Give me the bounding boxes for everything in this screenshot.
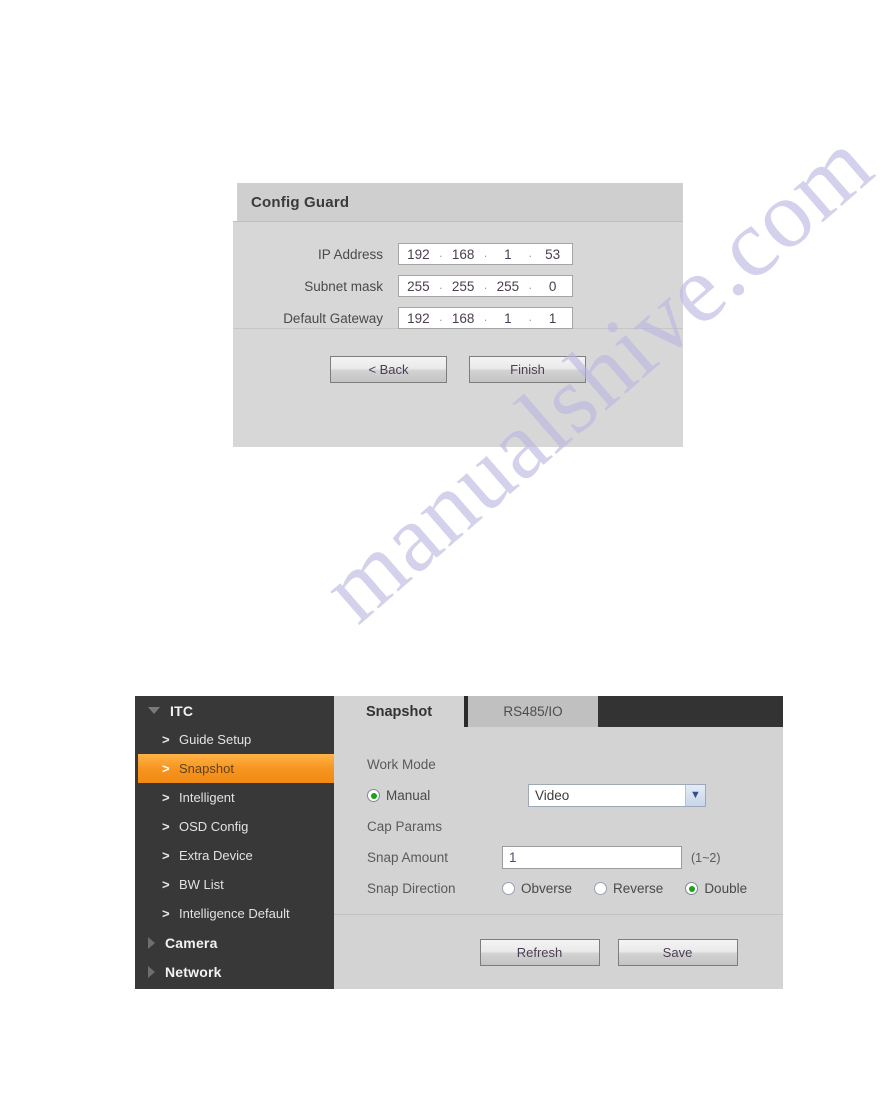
subnet-mask-octet-2: 255 xyxy=(451,278,475,294)
sidebar-item-label: OSD Config xyxy=(179,819,249,834)
snapshot-config-page: ITC > Guide Setup > Snapshot > Intellige… xyxy=(135,696,783,989)
config-guard-titlebar: Config Guard xyxy=(233,183,683,222)
sidebar-item-intelligent[interactable]: > Intelligent xyxy=(135,783,334,812)
default-gateway-octet-4: 1 xyxy=(548,310,557,326)
default-gateway-input[interactable]: 192 . 168 . 1 . 1 xyxy=(398,307,573,329)
config-guard-dialog: Config Guard IP Address 192 . 168 . 1 . … xyxy=(233,183,683,447)
chevron-right-icon: > xyxy=(162,819,170,834)
work-mode-section-row: Work Mode xyxy=(334,749,783,780)
triangle-down-icon xyxy=(148,707,160,714)
ip-address-row: IP Address 192 . 168 . 1 . 53 xyxy=(233,238,683,270)
subnet-mask-octet-4: 0 xyxy=(548,278,557,294)
chevron-right-icon: > xyxy=(162,906,170,921)
manual-radio-label: Manual xyxy=(386,788,431,803)
chevron-down-icon[interactable]: ▼ xyxy=(685,785,705,806)
ip-address-input[interactable]: 192 . 168 . 1 . 53 xyxy=(398,243,573,265)
ip-address-octet-4: 53 xyxy=(545,246,561,262)
snap-direction-reverse-label: Reverse xyxy=(613,881,664,896)
ip-address-label: IP Address xyxy=(317,246,383,262)
triangle-right-icon xyxy=(148,965,155,978)
tab-snapshot[interactable]: Snapshot xyxy=(334,696,464,727)
default-gateway-octet-3: 1 xyxy=(504,310,512,326)
cap-params-label: Cap Params xyxy=(367,819,443,834)
save-button[interactable]: Save xyxy=(617,938,738,966)
chevron-right-icon: > xyxy=(162,790,170,805)
snap-direction-reverse-radio[interactable]: Reverse xyxy=(594,881,663,896)
config-guard-button-bar: < Back Finish xyxy=(233,329,683,447)
triangle-right-icon xyxy=(148,936,155,949)
back-button[interactable]: < Back xyxy=(330,356,447,383)
work-mode-select[interactable]: Video ▼ xyxy=(528,784,706,807)
chevron-right-icon: > xyxy=(162,877,170,892)
refresh-button[interactable]: Refresh xyxy=(479,938,600,966)
content-panel: Snapshot RS485/IO Work Mode Manual Video xyxy=(334,696,783,989)
snap-direction-double-label: Double xyxy=(704,881,748,896)
snap-direction-obverse-label: Obverse xyxy=(521,881,573,896)
default-gateway-label: Default Gateway xyxy=(283,310,383,326)
snap-direction-label: Snap Direction xyxy=(367,881,456,896)
chevron-right-icon: > xyxy=(162,848,170,863)
snap-amount-range-hint: (1~2) xyxy=(691,850,721,865)
subnet-mask-row: Subnet mask 255 . 255 . 255 . 0 xyxy=(233,270,683,302)
sidebar-item-label: BW List xyxy=(179,877,224,892)
sidebar-group-itc[interactable]: ITC xyxy=(135,696,334,725)
sidebar-group-network[interactable]: Network xyxy=(135,957,334,986)
snapshot-button-bar: Refresh Save xyxy=(334,915,783,989)
sidebar-item-guide-setup[interactable]: > Guide Setup xyxy=(135,725,334,754)
sidebar-group-camera[interactable]: Camera xyxy=(135,928,334,957)
sidebar-item-extra-device[interactable]: > Extra Device xyxy=(135,841,334,870)
ip-address-octet-1: 192 xyxy=(407,246,430,262)
manual-mode-row: Manual Video ▼ xyxy=(334,780,783,811)
subnet-mask-input[interactable]: 255 . 255 . 255 . 0 xyxy=(398,275,573,297)
tab-bar: Snapshot RS485/IO xyxy=(334,696,783,727)
sidebar-group-network-label: Network xyxy=(165,963,222,980)
chevron-right-icon: > xyxy=(162,732,170,747)
snap-amount-label: Snap Amount xyxy=(367,850,449,865)
sidebar-group-camera-label: Camera xyxy=(165,934,218,951)
manual-radio[interactable]: Manual xyxy=(367,788,502,803)
snap-direction-row: Snap Direction Obverse Reverse Double xyxy=(334,873,783,904)
chevron-right-icon: > xyxy=(162,761,170,776)
tab-bar-filler xyxy=(598,696,783,727)
subnet-mask-octet-3: 255 xyxy=(496,278,520,294)
snap-direction-obverse-radio[interactable]: Obverse xyxy=(502,881,572,896)
sidebar-item-snapshot[interactable]: > Snapshot xyxy=(138,754,334,783)
sidebar-item-bw-list[interactable]: > BW List xyxy=(135,870,334,899)
default-gateway-octet-2: 168 xyxy=(451,310,475,326)
snap-amount-input[interactable]: 1 xyxy=(502,846,682,869)
finish-button[interactable]: Finish xyxy=(469,356,586,383)
manual-radio-control[interactable]: Manual xyxy=(367,788,430,803)
default-gateway-octet-1: 192 xyxy=(407,310,430,326)
snap-amount-row: Snap Amount 1 (1~2) xyxy=(334,842,783,873)
cap-params-section-row: Cap Params xyxy=(334,811,783,842)
snap-amount-value: 1 xyxy=(509,850,517,865)
work-mode-select-value: Video xyxy=(535,788,570,803)
radio-dot-icon xyxy=(594,882,608,895)
config-guard-form: IP Address 192 . 168 . 1 . 53 Subnet mas… xyxy=(233,222,683,329)
ip-address-octet-3: 1 xyxy=(504,246,512,262)
radio-dot-icon xyxy=(685,882,699,895)
sidebar-item-label: Intelligence Default xyxy=(179,906,290,921)
snap-direction-radio-group: Obverse Reverse Double xyxy=(502,881,747,896)
work-mode-label: Work Mode xyxy=(367,757,436,772)
sidebar-item-label: Intelligent xyxy=(179,790,235,805)
subnet-mask-label: Subnet mask xyxy=(304,278,383,294)
sidebar-item-label: Extra Device xyxy=(179,848,253,863)
sidebar-item-osd-config[interactable]: > OSD Config xyxy=(135,812,334,841)
sidebar-item-intelligence-default[interactable]: > Intelligence Default xyxy=(135,899,334,928)
sidebar-group-itc-label: ITC xyxy=(170,702,194,719)
tab-rs485-io[interactable]: RS485/IO xyxy=(464,696,598,727)
sidebar-nav: ITC > Guide Setup > Snapshot > Intellige… xyxy=(135,696,334,989)
subnet-mask-octet-1: 255 xyxy=(407,278,430,294)
sidebar-item-label: Guide Setup xyxy=(179,732,252,747)
snap-direction-double-radio[interactable]: Double xyxy=(685,881,747,896)
ip-address-octet-2: 168 xyxy=(451,246,475,262)
config-guard-title: Config Guard xyxy=(251,193,350,211)
radio-dot-icon xyxy=(367,789,380,802)
sidebar-item-label: Snapshot xyxy=(179,761,234,776)
snapshot-form: Work Mode Manual Video ▼ Cap Params Snap… xyxy=(334,727,783,915)
radio-dot-icon xyxy=(502,882,515,895)
